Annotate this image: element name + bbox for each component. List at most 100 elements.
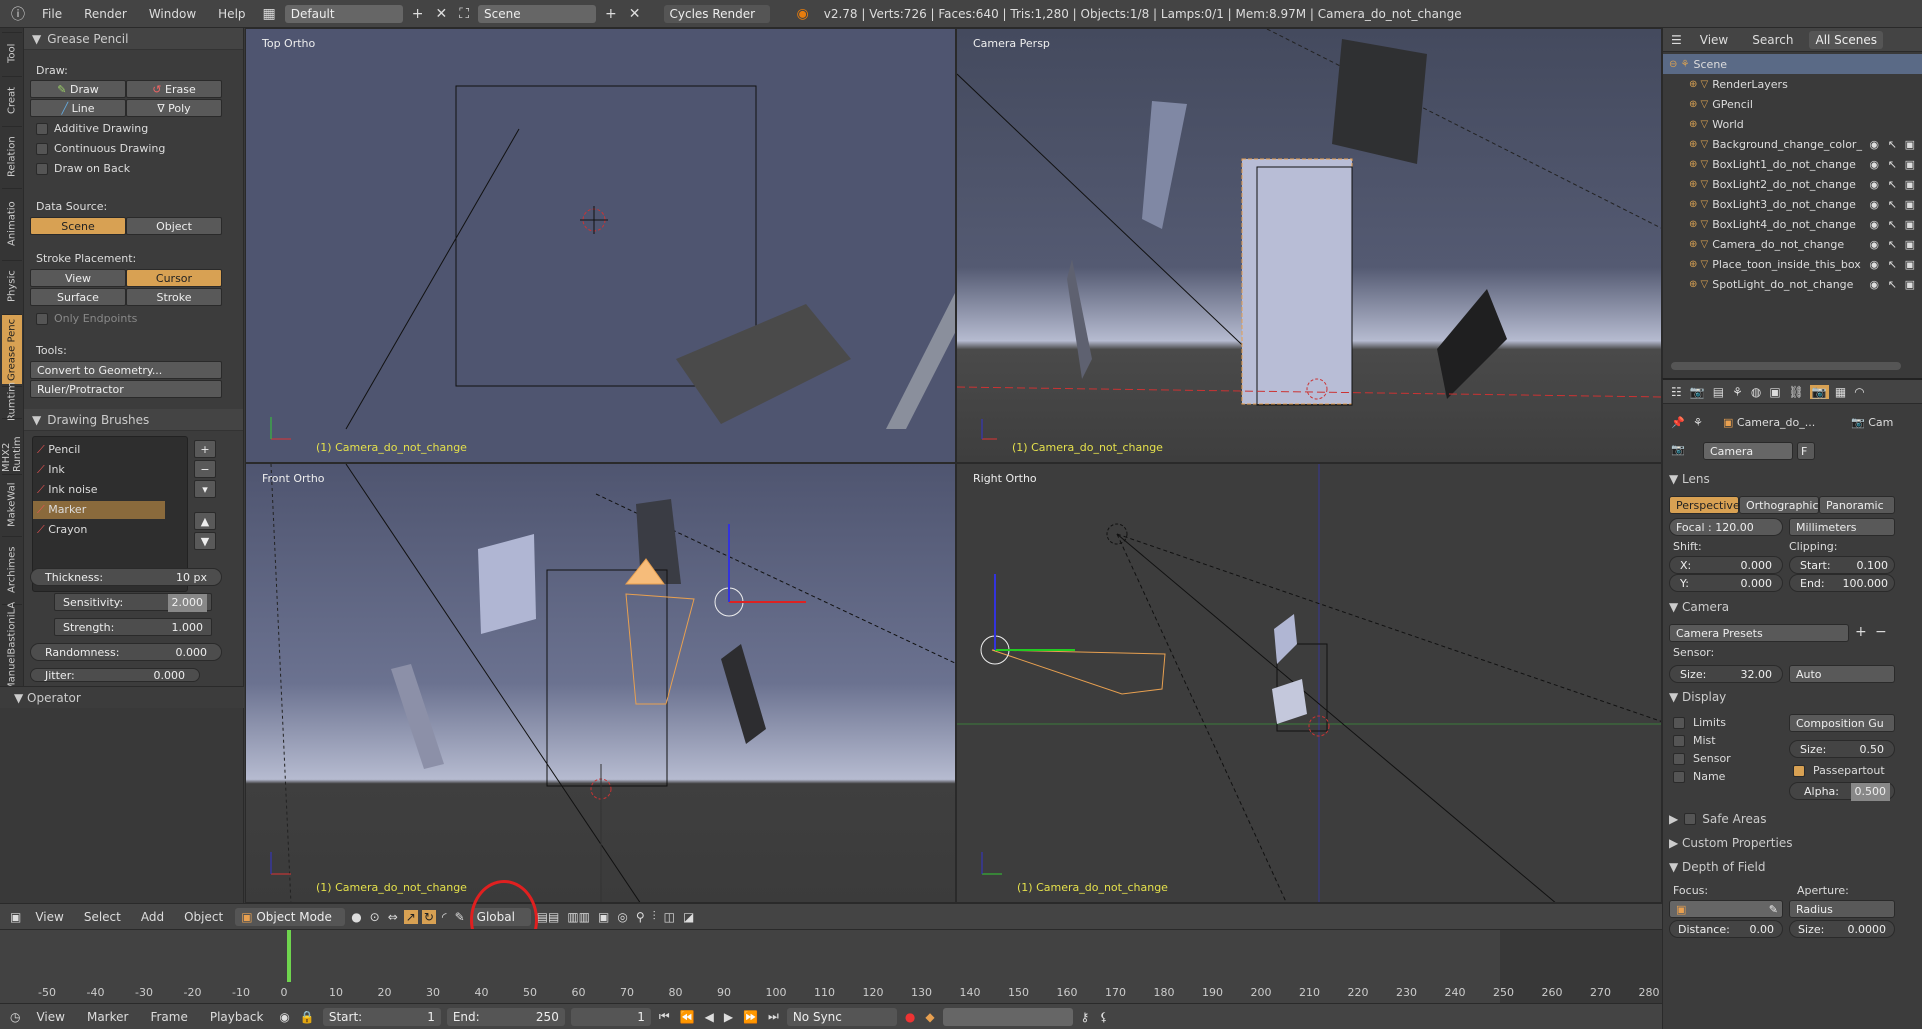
render-icon[interactable]: ▣	[1905, 218, 1915, 231]
shift-x-field[interactable]: X: 0.000	[1669, 556, 1783, 574]
randomness-slider[interactable]: Randomness: 0.000	[30, 643, 222, 661]
data-source-object-button[interactable]: Object	[126, 217, 222, 235]
render-icon[interactable]: ▣	[1905, 178, 1915, 191]
mist-box[interactable]	[1673, 734, 1685, 747]
play-reverse-icon[interactable]: ◀	[703, 1010, 716, 1024]
eye-icon[interactable]: ◉	[1869, 198, 1879, 211]
tab-relations[interactable]: Relation	[2, 126, 22, 186]
erase-button[interactable]: ↺ Erase	[126, 80, 222, 98]
grease-pencil-panel-header[interactable]: ▼ Grease Pencil	[24, 28, 243, 50]
viewport-top-ortho[interactable]: Top Ortho (1) Camera_do_not_change	[245, 28, 956, 463]
scene-tab-icon[interactable]: ⚘	[1730, 385, 1745, 399]
render-icon[interactable]: ▣	[1905, 198, 1915, 211]
scale-icon[interactable]: ◜	[440, 910, 449, 924]
sensor-size-field[interactable]: Size: 32.00	[1669, 665, 1783, 683]
eyedropper-icon[interactable]: ✎	[1769, 901, 1778, 919]
camera-name-field[interactable]: Camera	[1703, 442, 1793, 460]
render-icon[interactable]: ▣	[1905, 278, 1915, 291]
sensor-fit-select[interactable]: Auto	[1789, 665, 1895, 683]
current-frame-marker[interactable]	[287, 930, 291, 982]
drawing-brushes-panel-header[interactable]: ▼ Drawing Brushes	[24, 409, 243, 431]
outliner-item[interactable]: ⊕ ▽ Camera_do_not_change ◉ ↖ ▣	[1663, 234, 1922, 254]
additive-drawing-checkbox[interactable]: Additive Drawing	[36, 122, 148, 135]
outliner-item[interactable]: ⊕ ▽ BoxLight4_do_not_change ◉ ↖ ▣	[1663, 214, 1922, 234]
sensor-display-checkbox[interactable]: Sensor	[1673, 752, 1731, 765]
placement-stroke-button[interactable]: Stroke	[126, 288, 222, 306]
mode-select[interactable]: ▣ Object Mode	[235, 907, 346, 926]
outliner-item[interactable]: ⊕ ▽ BoxLight3_do_not_change ◉ ↖ ▣	[1663, 194, 1922, 214]
breadcrumb-object[interactable]: ▣ Camera_do_...	[1723, 416, 1815, 429]
translate-icon[interactable]: ↗	[403, 909, 418, 924]
draw-on-back-box[interactable]	[36, 162, 48, 175]
timeline-menu-frame[interactable]: Frame	[142, 1010, 195, 1024]
depth-of-field-panel-header[interactable]: ▼ Depth of Field	[1669, 860, 1766, 874]
opengl-anim-icon[interactable]: ◪	[681, 910, 696, 924]
layers-icon[interactable]: ▤▤	[535, 910, 562, 924]
tab-create[interactable]: Creat	[2, 76, 22, 124]
scene-icon[interactable]: ⛶	[456, 6, 472, 22]
outliner-item[interactable]: ⊕ ▽ Place_toon_inside_this_box ◉ ↖ ▣	[1663, 254, 1922, 274]
world-tab-icon[interactable]: ◍	[1749, 385, 1763, 399]
only-endpoints-checkbox[interactable]: Only Endpoints	[36, 312, 137, 325]
render-tab-icon[interactable]: 📷	[1688, 385, 1707, 399]
pin-icon[interactable]: 📌	[1671, 416, 1685, 429]
camera-panel-header[interactable]: ▼ Camera	[1669, 600, 1729, 614]
data-tab-icon[interactable]: 📷	[1809, 384, 1829, 399]
cursor-icon[interactable]: ↖	[1888, 158, 1897, 171]
composition-guides-select[interactable]: Composition Gu	[1789, 714, 1895, 732]
record-icon[interactable]: ●	[903, 1010, 917, 1024]
cursor-icon[interactable]: ↖	[1888, 278, 1897, 291]
delete-key-icon[interactable]: ⚸	[1097, 1010, 1110, 1024]
focus-distance-field[interactable]: Distance: 0.00	[1669, 920, 1783, 938]
screen-layout-field[interactable]: Default	[284, 4, 403, 23]
cursor-icon[interactable]: ↖	[1888, 178, 1897, 191]
tab-animation[interactable]: Animatio	[2, 188, 22, 258]
cursor-icon[interactable]: ↖	[1888, 258, 1897, 271]
outliner-item[interactable]: ⊕ ▽ World	[1663, 114, 1922, 134]
remove-brush-button[interactable]: −	[194, 460, 216, 478]
safe-areas-box[interactable]	[1684, 813, 1697, 825]
outliner-menu-search[interactable]: Search	[1744, 33, 1801, 47]
manipulator-icon[interactable]: ⇔	[386, 910, 400, 924]
cursor-icon[interactable]: ↖	[1888, 218, 1897, 231]
brush-specials-button[interactable]: ▾	[194, 480, 216, 498]
clip-end-field[interactable]: End: 100.000	[1789, 574, 1895, 592]
cursor-icon[interactable]: ↖	[1888, 238, 1897, 251]
lens-panel-header[interactable]: ▼ Lens	[1669, 472, 1710, 486]
aperture-size-field[interactable]: Size: 0.0000	[1789, 920, 1895, 938]
remove-preset-button[interactable]: −	[1875, 624, 1887, 640]
custom-properties-panel-header[interactable]: ▶ Custom Properties	[1669, 836, 1792, 850]
draw-on-back-checkbox[interactable]: Draw on Back	[36, 162, 130, 175]
strength-slider[interactable]: Strength: 1.000	[54, 618, 212, 636]
line-button[interactable]: ╱ Line	[30, 99, 126, 117]
brush-item-ink-noise[interactable]: ⟋ Ink noise	[37, 483, 98, 497]
move-brush-down-button[interactable]: ▼	[194, 532, 216, 550]
eye-icon[interactable]: ◉	[1869, 238, 1879, 251]
thickness-slider[interactable]: Thickness: 10 px	[30, 568, 222, 586]
outliner-item[interactable]: ⊕ ▽ SpotLight_do_not_change ◉ ↖ ▣	[1663, 274, 1922, 294]
end-frame-field[interactable]: End: 250	[446, 1007, 565, 1026]
mist-checkbox[interactable]: Mist	[1673, 734, 1716, 747]
focal-length-field[interactable]: Focal : 120.00	[1669, 518, 1783, 536]
jump-start-icon[interactable]: ⏮	[657, 1009, 672, 1024]
lock-icon[interactable]: 🔒	[298, 1010, 317, 1024]
limits-checkbox[interactable]: Limits	[1673, 716, 1726, 729]
placement-view-button[interactable]: View	[30, 269, 126, 287]
passepartout-checkbox[interactable]: Passepartout	[1793, 764, 1885, 777]
add-preset-button[interactable]: +	[1855, 624, 1867, 640]
menu-render[interactable]: Render	[76, 7, 135, 21]
add-scene-icon[interactable]: +	[602, 6, 620, 22]
shading-icon[interactable]: ●	[349, 910, 363, 924]
tab-mhx2-runtime[interactable]: MHX2 Runtim	[1, 418, 23, 472]
display-panel-header[interactable]: ▼ Display	[1669, 690, 1726, 704]
jump-keyframe-forward-icon[interactable]: ⏩	[741, 1010, 760, 1024]
outliner-item[interactable]: ⊖ ⚘ Scene	[1663, 54, 1922, 74]
tab-manuel-bastioni[interactable]: ManuelBastioniLA	[2, 602, 22, 691]
menu-file[interactable]: File	[34, 7, 70, 21]
cursor-icon[interactable]: ↖	[1888, 138, 1897, 151]
timeline-menu-marker[interactable]: Marker	[79, 1010, 136, 1024]
orthographic-button[interactable]: Orthographic	[1739, 496, 1819, 514]
scene-field[interactable]: Scene	[478, 4, 597, 23]
tab-physics[interactable]: Physic	[2, 260, 22, 312]
name-box[interactable]	[1673, 770, 1685, 783]
